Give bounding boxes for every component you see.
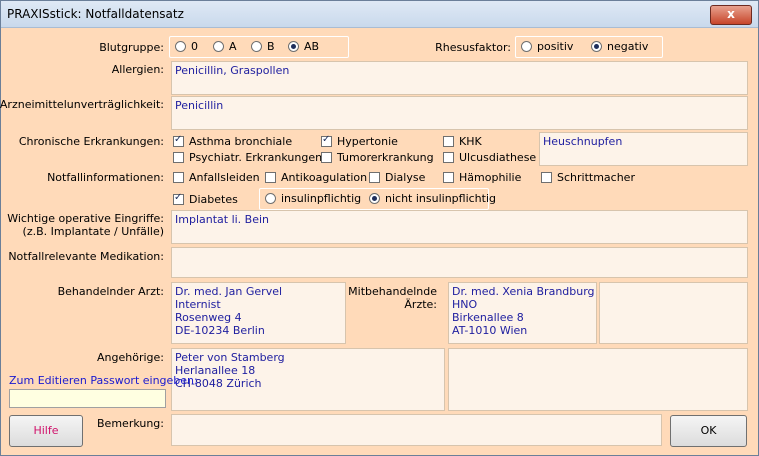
chronisch-ulcus[interactable]: Ulcusdiathese [443,151,536,164]
medikation-label: Notfallrelevante Medikation: [8,250,164,263]
notfall-diabetes[interactable]: Diabetes [173,192,238,206]
eingriffe-field[interactable]: Implantat li. Bein [171,210,748,244]
blutgruppe-label: Blutgruppe: [99,41,164,54]
checkbox-icon [173,172,184,183]
chronisch-hypertonie[interactable]: Hypertonie [321,134,398,148]
chronisch-asthma[interactable]: Asthma bronchiale [173,134,292,148]
arzt-field[interactable]: Dr. med. Jan Gervel Internist Rosenweg 4 DE… [171,282,346,344]
unvertraeglich-field[interactable]: Penicillin [171,96,748,130]
radio-icon [521,41,532,52]
mitbehandelnd-label: Mitbehandelnde [348,285,437,298]
notfall-antikoagulation[interactable]: Antikoagulation [265,171,367,184]
chronisch-other-field[interactable]: Heuschnupfen [539,132,748,166]
angehoerige-field[interactable]: Peter von Stamberg Herlanallee 18 CH-8048 … [171,348,445,411]
checkbox-icon [443,136,454,147]
checkbox-checked-icon [321,134,332,147]
radio-icon [213,41,224,52]
bemerkung-field[interactable] [171,414,662,446]
notfall-anfallsleiden[interactable]: Anfallsleiden [173,171,260,184]
radio-selected-icon [591,41,602,52]
radio-icon [175,41,186,52]
radio-icon [265,193,276,204]
medikation-field[interactable] [171,247,748,278]
help-button[interactable]: Hilfe [9,415,83,447]
angehoerige-second-field[interactable] [448,348,748,411]
unvertraeglich-label: Arzneimittelunverträglichkeit: [0,98,164,111]
chronisch-psychiatr[interactable]: Psychiatr. Erkrankungen [173,151,322,164]
bemerkung-label: Bemerkung: [97,417,164,430]
eingriffe-sublabel: (z.B. Implantate / Unfälle) [22,225,164,238]
arzt-label: Behandelnder Arzt: [57,285,164,298]
blutgruppe-option-0[interactable]: 0 [175,40,198,53]
password-link[interactable]: Zum Editieren Passwort eingeben: [9,374,198,387]
checkbox-icon [541,172,552,183]
angehoerige-label: Angehörige: [97,351,164,364]
chronisch-tumor[interactable]: Tumorerkrankung [321,151,434,164]
mitbehandelnd-second-field[interactable] [599,282,748,344]
checkbox-icon [369,172,380,183]
allergien-field[interactable]: Penicillin, Graspollen [171,61,748,95]
mitbehandelnd-sublabel: Ärzte: [404,298,437,311]
chronisch-label: Chronische Erkrankungen: [18,135,164,148]
eingriffe-label: Wichtige operative Eingriffe: [7,212,164,225]
title-bar: PRAXISstick: Notfalldatensatz x [1,1,758,28]
close-button[interactable]: x [710,5,752,25]
insulin-option-pflichtig[interactable]: insulinpflichtig [265,192,361,205]
window-title: PRAXISstick: Notfalldatensatz [7,7,184,21]
checkbox-checked-icon [173,192,184,205]
radio-icon [251,41,262,52]
rhesus-option-negativ[interactable]: negativ [591,40,648,53]
checkbox-checked-icon [173,134,184,147]
notfall-dialyse[interactable]: Dialyse [369,171,425,184]
checkbox-icon [265,172,276,183]
insulin-option-nicht[interactable]: nicht insulinpflichtig [369,192,496,205]
radio-selected-icon [369,193,380,204]
rhesus-label: Rhesusfaktor: [435,41,511,54]
chronisch-khk[interactable]: KHK [443,135,482,148]
checkbox-icon [443,152,454,163]
notfall-haemophilie[interactable]: Hämophilie [443,171,521,184]
notfall-label: Notfallinformationen: [47,171,164,184]
checkbox-icon [173,152,184,163]
rhesus-option-positiv[interactable]: positiv [521,40,573,53]
dialog-window: PRAXISstick: Notfalldatensatz x Blutgrup… [0,0,759,456]
checkbox-icon [321,152,332,163]
radio-selected-icon [288,41,299,52]
password-input[interactable] [9,389,166,408]
notfall-schrittmacher[interactable]: Schrittmacher [541,171,635,184]
blutgruppe-option-b[interactable]: B [251,40,275,53]
ok-button[interactable]: OK [670,415,747,447]
blutgruppe-option-a[interactable]: A [213,40,237,53]
blutgruppe-option-ab[interactable]: AB [288,40,319,53]
mitbehandelnd-field[interactable]: Dr. med. Xenia Brandburg HNO Birkenallee 8… [448,282,597,344]
checkbox-icon [443,172,454,183]
allergien-label: Allergien: [111,63,164,76]
